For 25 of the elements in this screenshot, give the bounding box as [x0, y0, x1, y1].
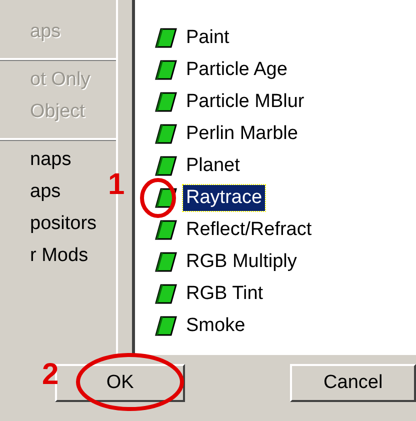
map-list-item[interactable]: Particle MBlur [183, 89, 308, 115]
step-number: 1 [108, 168, 125, 202]
map-icon [155, 124, 177, 144]
map-icon [155, 28, 177, 48]
map-list-item[interactable]: Paint [183, 25, 232, 51]
map-icon [155, 60, 177, 80]
map-list-item[interactable]: RGB Multiply [183, 249, 300, 275]
map-icon [155, 220, 177, 240]
map-icon [155, 92, 177, 112]
map-icon [155, 156, 177, 176]
map-list-item[interactable]: Raytrace [183, 185, 266, 211]
map-list-item[interactable]: RGB Tint [183, 281, 266, 307]
map-list-item[interactable]: Perlin Marble [183, 121, 301, 147]
map-icon [155, 252, 177, 272]
cancel-button[interactable]: Cancel [290, 364, 416, 402]
map-list-item[interactable]: Planet [183, 153, 243, 179]
map-list-item[interactable]: Particle Age [183, 57, 290, 83]
map-icon [155, 284, 177, 304]
map-icon [155, 188, 177, 208]
option-label[interactable]: positors [30, 208, 116, 240]
highlight-circle [140, 178, 176, 218]
map-list-item[interactable]: Reflect/Refract [183, 217, 315, 243]
map-icon [155, 316, 177, 336]
option-label[interactable]: r Mods [30, 240, 116, 272]
map-list-item[interactable]: Smoke [183, 313, 248, 339]
